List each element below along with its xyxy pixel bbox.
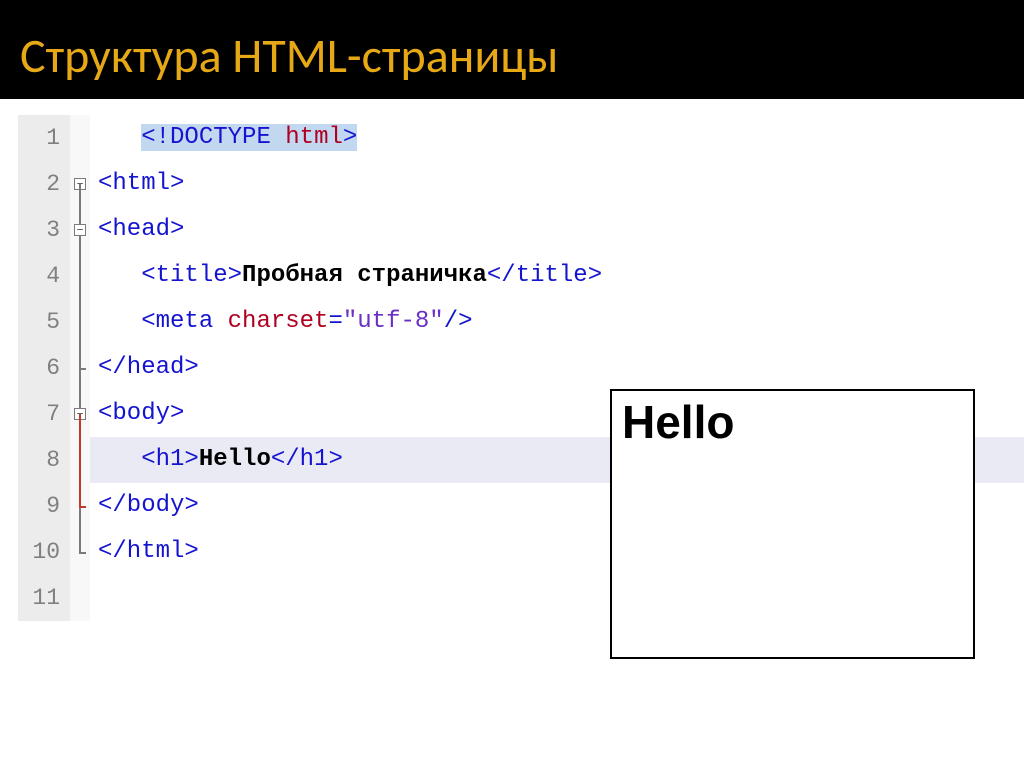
fold-gutter — [70, 483, 90, 529]
code-text: <title>Пробная страничка</title> — [90, 264, 602, 288]
fold-gutter — [70, 575, 90, 621]
line-number: 10 — [18, 529, 70, 575]
line-number: 5 — [18, 299, 70, 345]
fold-gutter — [70, 115, 90, 161]
fold-gutter — [70, 299, 90, 345]
line-number: 3 — [18, 207, 70, 253]
code-text: </head> — [90, 356, 199, 380]
code-line: 5 <meta charset="utf-8"/> — [18, 299, 1024, 345]
fold-toggle-icon[interactable]: − — [74, 224, 86, 236]
code-text: <html> — [90, 172, 184, 196]
line-number: 4 — [18, 253, 70, 299]
code-text: </body> — [90, 494, 199, 518]
code-line: 2 − <html> — [18, 161, 1024, 207]
slide-header: Структура HTML-страницы — [0, 0, 1024, 99]
code-line: 3 − <head> — [18, 207, 1024, 253]
fold-gutter — [70, 253, 90, 299]
line-number: 11 — [18, 575, 70, 621]
code-text: <head> — [90, 218, 184, 242]
preview-heading: Hello — [622, 395, 963, 449]
line-number: 9 — [18, 483, 70, 529]
slide-content: 1 <!DOCTYPE html> 2 − <html> 3 − <head> … — [0, 99, 1024, 621]
code-line: 1 <!DOCTYPE html> — [18, 115, 1024, 161]
code-text: </html> — [90, 540, 199, 564]
fold-gutter: − — [70, 161, 90, 207]
slide-title: Структура HTML-страницы — [20, 26, 1004, 85]
line-number: 2 — [18, 161, 70, 207]
browser-preview: Hello — [610, 389, 975, 659]
code-line: 4 <title>Пробная страничка</title> — [18, 253, 1024, 299]
code-text: <!DOCTYPE html> — [90, 126, 357, 150]
line-number: 7 — [18, 391, 70, 437]
code-text: <h1>Hello</h1> — [90, 448, 343, 472]
fold-gutter — [70, 529, 90, 575]
code-text: <meta charset="utf-8"/> — [90, 310, 473, 334]
line-number: 8 — [18, 437, 70, 483]
code-text: <body> — [90, 402, 184, 426]
line-number: 1 — [18, 115, 70, 161]
fold-gutter — [70, 437, 90, 483]
line-number: 6 — [18, 345, 70, 391]
fold-gutter: − — [70, 207, 90, 253]
code-line: 6 </head> — [18, 345, 1024, 391]
fold-gutter — [70, 345, 90, 391]
fold-gutter: − — [70, 391, 90, 437]
